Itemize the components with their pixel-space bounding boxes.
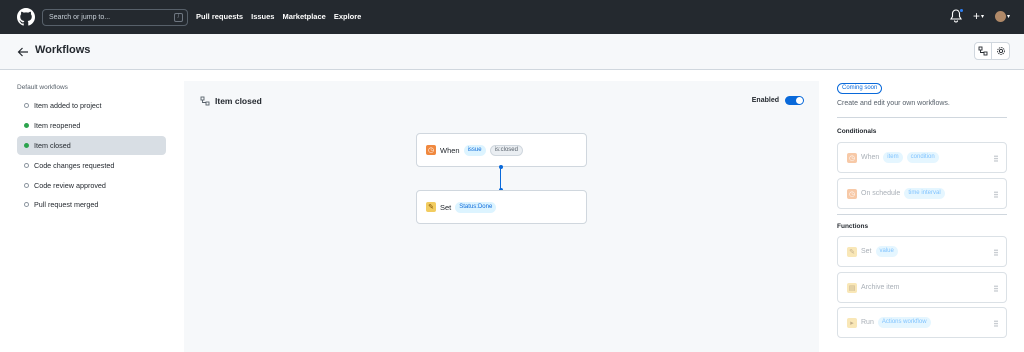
card-chip: value [875, 246, 898, 257]
chevron-down-icon: ▾ [1006, 13, 1010, 20]
chevron-down-icon: ▾ [980, 13, 984, 20]
card-label: Set [861, 248, 872, 255]
card-label: On schedule [861, 190, 901, 197]
function-card-archive-item[interactable]: ▤ Archive item [837, 272, 1007, 303]
create-new-menu[interactable]: + ▾ [973, 9, 984, 23]
github-logo-icon[interactable] [17, 8, 35, 26]
condition-card-on-schedule[interactable]: ◷ On schedule time interval [837, 178, 1007, 209]
sidebar-item-code-changes-requested[interactable]: Code changes requested [17, 155, 166, 175]
notifications-bell-icon[interactable] [949, 8, 964, 23]
canvas-title: Item closed [200, 96, 262, 106]
sidebar-heading: Default workflows [17, 84, 68, 91]
status-dot-icon [24, 182, 29, 188]
workflow-icon [978, 46, 988, 56]
status-dot-icon [24, 103, 29, 109]
card-chip: condition [906, 152, 939, 163]
archive-icon: ▤ [847, 282, 857, 293]
sidebar-item-label: Item reopened [34, 121, 81, 131]
set-node[interactable]: ✎ Set Status:Done [416, 190, 587, 224]
workflow-canvas: Item closed Enabled ◷ When issue is:clos… [184, 81, 819, 352]
canvas-title-text: Item closed [215, 96, 262, 106]
pencil-icon: ✎ [426, 202, 436, 212]
search-placeholder: Search or jump to... [49, 14, 111, 21]
status-dot-icon [24, 142, 29, 148]
card-chip: item [883, 152, 903, 163]
functions-heading: Functions [837, 223, 869, 230]
pencil-icon: ✎ [847, 246, 857, 257]
drag-handle-icon[interactable] [994, 285, 998, 292]
card-label: Run [861, 319, 874, 326]
sidebar-item-item-closed[interactable]: Item closed [17, 135, 166, 156]
search-shortcut-key: / [174, 13, 183, 22]
card-label: Archive item [861, 284, 900, 291]
sidebar-item-item-reopened[interactable]: Item reopened [17, 116, 166, 136]
user-menu[interactable]: ▾ [994, 10, 1010, 22]
sidebar-item-label: Code changes requested [34, 160, 115, 170]
header-actions: + ▾ ▾ [949, 8, 1010, 23]
card-chip: time interval [904, 188, 945, 199]
enabled-toggle[interactable] [785, 96, 804, 105]
trigger-icon: ◷ [426, 145, 436, 155]
workflow-icon [200, 96, 210, 106]
drag-handle-icon[interactable] [994, 191, 998, 198]
function-card-run[interactable]: ▸ Run Actions workflow [837, 307, 1007, 338]
card-chip: Actions workflow [877, 317, 931, 328]
plus-icon: + [972, 9, 980, 23]
workflow-button[interactable] [974, 42, 992, 60]
coming-soon-badge: Coming soon [837, 83, 883, 94]
page-header: Workflows [0, 34, 1024, 70]
nav-issues[interactable]: Issues [251, 12, 274, 21]
search-input[interactable]: Search or jump to... / [42, 9, 188, 26]
avatar [994, 10, 1006, 22]
status-dot-icon [24, 123, 29, 129]
panel-description: Create and edit your own workflows. [837, 100, 950, 107]
when-node-chip-state: is:closed [489, 144, 523, 156]
actions-panel: Coming soon Create and edit your own wor… [828, 70, 1024, 352]
play-icon: ▸ [847, 317, 857, 328]
enabled-control: Enabled [752, 96, 804, 105]
function-card-set[interactable]: ✎ Set value [837, 236, 1007, 267]
sidebar-item-pull-request-merged[interactable]: Pull request merged [17, 195, 166, 215]
enabled-label: Enabled [751, 97, 779, 104]
status-dot-icon [24, 202, 29, 208]
sidebar-item-label: Pull request merged [34, 200, 99, 210]
card-label: When [861, 154, 880, 161]
global-header: Search or jump to... / Pull requests Iss… [0, 0, 1024, 34]
header-button-group [974, 42, 1010, 60]
condition-card-when[interactable]: ◷ When item condition [837, 142, 1007, 173]
status-dot-icon [24, 162, 29, 168]
sidebar-item-code-review-approved[interactable]: Code review approved [17, 175, 166, 195]
nav-pull-requests[interactable]: Pull requests [196, 12, 243, 21]
when-node-chip-type: issue [463, 144, 486, 156]
panel-divider [837, 117, 1007, 118]
set-node-label: Set [440, 202, 452, 212]
sidebar-item-item-added-to-project[interactable]: Item added to project [17, 96, 166, 116]
workflows-sidebar: Default workflows Item added to project … [0, 70, 175, 352]
drag-handle-icon[interactable] [994, 155, 998, 162]
when-node[interactable]: ◷ When issue is:closed [416, 133, 587, 167]
nav-explore[interactable]: Explore [334, 12, 362, 21]
panel-divider [837, 214, 1007, 215]
sidebar-item-label: Item closed [34, 140, 71, 150]
nav-marketplace[interactable]: Marketplace [282, 12, 325, 21]
drag-handle-icon[interactable] [994, 320, 998, 327]
sidebar-item-label: Item added to project [34, 101, 102, 111]
sidebar-list: Item added to project Item reopened Item… [17, 96, 166, 215]
sidebar-item-label: Code review approved [34, 180, 106, 190]
when-node-label: When [440, 145, 460, 155]
drag-handle-icon[interactable] [994, 249, 998, 256]
page-title: Workflows [35, 44, 91, 56]
back-arrow-icon[interactable] [17, 46, 29, 58]
set-node-chip: Status:Done [455, 201, 497, 213]
notification-unread-dot [958, 8, 964, 13]
top-nav: Pull requests Issues Marketplace Explore [196, 12, 361, 21]
settings-button[interactable] [992, 42, 1010, 60]
clock-icon: ◷ [847, 188, 857, 199]
conditionals-heading: Conditionals [837, 128, 877, 135]
node-connector [500, 167, 501, 190]
trigger-icon: ◷ [847, 152, 857, 163]
gear-icon [996, 47, 1005, 55]
